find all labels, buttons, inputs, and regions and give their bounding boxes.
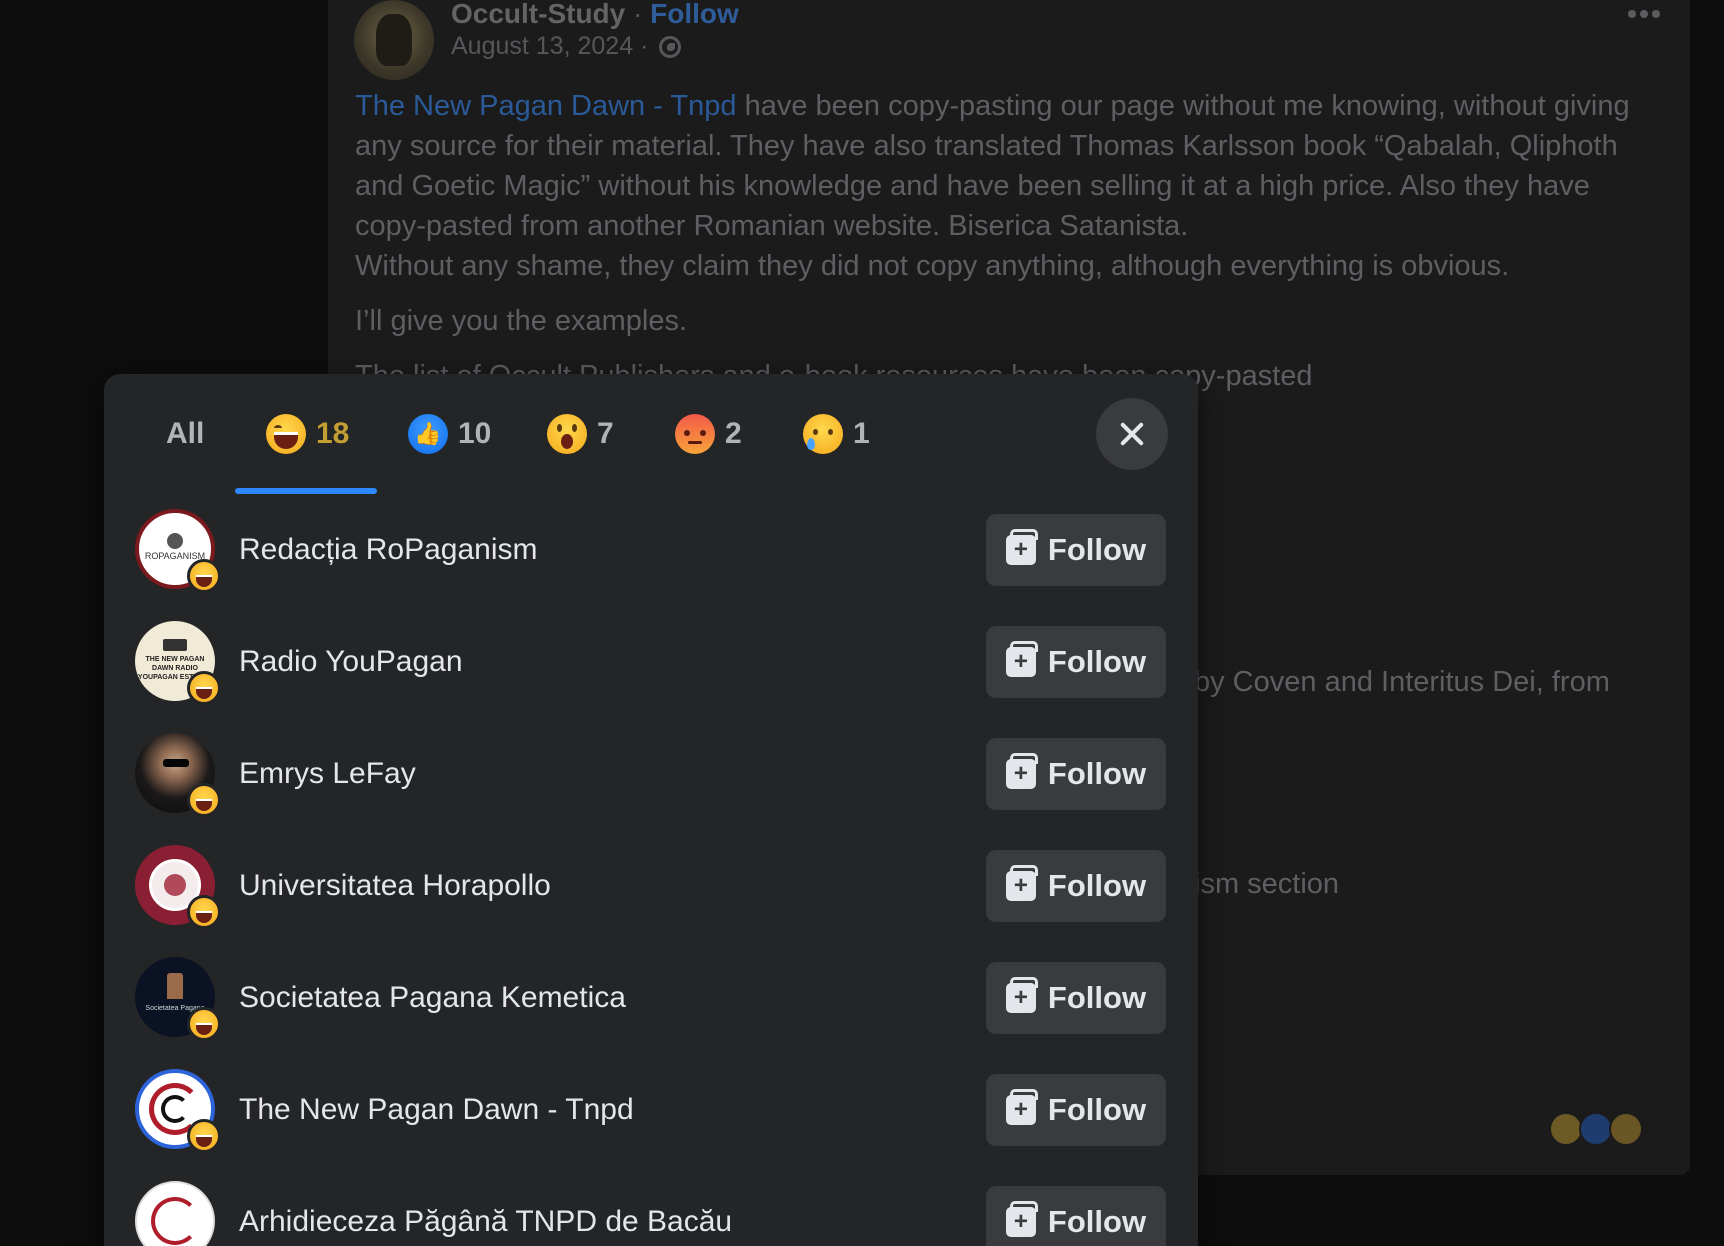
- sad-icon: [803, 414, 843, 454]
- tab-wow-count: 7: [597, 417, 614, 450]
- tab-angry[interactable]: 2: [675, 374, 742, 494]
- post-paragraph-1-line2: Without any shame, they claim they did n…: [355, 250, 1510, 282]
- post-author-line: Occult-Study · Follow: [451, 0, 739, 30]
- list-item: ROPAGANISM Redacția RoPaganism Follow: [104, 494, 1198, 606]
- tab-haha[interactable]: 18: [266, 374, 349, 494]
- globe-icon: [659, 36, 682, 58]
- post-reaction-summary[interactable]: [1549, 1112, 1643, 1146]
- list-item: Arhidieceza Păgână TNPD de Bacău Follow: [104, 1166, 1198, 1246]
- person-name[interactable]: Universitatea Horapollo: [239, 830, 551, 942]
- tab-haha-count: 18: [316, 417, 350, 450]
- person-name[interactable]: Radio YouPagan: [239, 606, 463, 718]
- follow-page-icon: [1005, 865, 1038, 901]
- tab-sad-count: 1: [853, 417, 870, 450]
- list-item: THE NEW PAGAN DAWN RADIO YOUPAGAN EST. 2…: [104, 606, 1198, 718]
- follow-button[interactable]: Follow: [986, 1074, 1166, 1146]
- tab-all-label: All: [166, 417, 205, 450]
- tab-sad[interactable]: 1: [803, 374, 870, 494]
- follow-page-icon: [1005, 753, 1038, 789]
- list-item: Universitatea Horapollo Follow: [104, 830, 1198, 942]
- tab-like-count: 10: [458, 417, 492, 450]
- avatar[interactable]: [135, 845, 221, 929]
- person-name[interactable]: Emrys LeFay: [239, 718, 416, 830]
- follow-page-icon: [1005, 977, 1038, 1013]
- post-text-fragment: by Coven and Interitus Dei, from: [1194, 666, 1610, 698]
- haha-icon: [266, 414, 306, 454]
- list-item: Emrys LeFay Follow: [104, 718, 1198, 830]
- wow-icon: [547, 414, 587, 454]
- avatar[interactable]: THE NEW PAGAN DAWN RADIO YOUPAGAN EST. 2…: [135, 621, 221, 705]
- post-date-text[interactable]: August 13, 2024 ·: [451, 32, 648, 60]
- follow-button[interactable]: Follow: [986, 738, 1166, 810]
- reactions-dialog: All 18 10 7 2 1 ROPAGANISM: [104, 374, 1198, 1246]
- post-author-avatar[interactable]: [354, 0, 434, 80]
- like-icon: [408, 414, 448, 454]
- tab-all[interactable]: All: [166, 374, 204, 494]
- post-paragraph-1: The New Pagan Dawn - Tnpd have been copy…: [355, 86, 1655, 286]
- follow-button[interactable]: Follow: [986, 962, 1166, 1034]
- follow-page-icon: [1005, 1089, 1038, 1125]
- post-body: The New Pagan Dawn - Tnpd have been copy…: [355, 86, 1655, 411]
- follow-page-icon: [1005, 1201, 1038, 1237]
- follow-button[interactable]: Follow: [986, 514, 1166, 586]
- post-date: August 13, 2024 ·: [451, 32, 682, 61]
- tab-like[interactable]: 10: [408, 374, 491, 494]
- post-follow-link[interactable]: Follow: [650, 0, 739, 29]
- list-item: The New Pagan Dawn - Tnpd Follow: [104, 1054, 1198, 1166]
- tab-angry-count: 2: [725, 417, 742, 450]
- avatar[interactable]: [135, 733, 221, 817]
- avatar[interactable]: [135, 1181, 215, 1246]
- person-name[interactable]: Societatea Pagana Kemetica: [239, 942, 626, 1054]
- avatar[interactable]: Societatea Pagana: [135, 957, 221, 1041]
- follow-button[interactable]: Follow: [986, 850, 1166, 922]
- post-text-fragment: ism section: [1194, 868, 1340, 900]
- post-paragraph-2: I’ll give you the examples.: [355, 305, 688, 337]
- avatar[interactable]: ROPAGANISM: [135, 509, 221, 593]
- haha-icon: [187, 783, 221, 817]
- person-name[interactable]: The New Pagan Dawn - Tnpd: [239, 1054, 634, 1166]
- angry-icon: [675, 414, 715, 454]
- wow-icon: [1609, 1112, 1643, 1146]
- avatar[interactable]: [135, 1069, 221, 1153]
- follow-page-icon: [1005, 529, 1038, 565]
- haha-icon: [1549, 1112, 1583, 1146]
- follow-button[interactable]: Follow: [986, 1186, 1166, 1246]
- post-mention-link[interactable]: The New Pagan Dawn - Tnpd: [355, 90, 737, 122]
- follow-button[interactable]: Follow: [986, 626, 1166, 698]
- haha-icon: [187, 1119, 221, 1153]
- close-icon[interactable]: [1096, 398, 1168, 470]
- haha-icon: [187, 895, 221, 929]
- reactors-list[interactable]: ROPAGANISM Redacția RoPaganism Follow TH…: [104, 494, 1198, 1246]
- separator-dot: ·: [633, 0, 643, 29]
- person-name[interactable]: Redacția RoPaganism: [239, 494, 538, 606]
- more-options-icon[interactable]: [1628, 10, 1660, 18]
- haha-icon: [187, 671, 221, 705]
- like-icon: [1579, 1112, 1613, 1146]
- list-item: Societatea Pagana Societatea Pagana Keme…: [104, 942, 1198, 1054]
- haha-icon: [187, 559, 221, 593]
- follow-page-icon: [1005, 641, 1038, 677]
- tab-wow[interactable]: 7: [547, 374, 614, 494]
- haha-icon: [187, 1007, 221, 1041]
- post-author-name[interactable]: Occult-Study: [451, 0, 625, 29]
- reaction-tabs: All 18 10 7 2 1: [104, 374, 1198, 494]
- person-name[interactable]: Arhidieceza Păgână TNPD de Bacău: [239, 1166, 732, 1246]
